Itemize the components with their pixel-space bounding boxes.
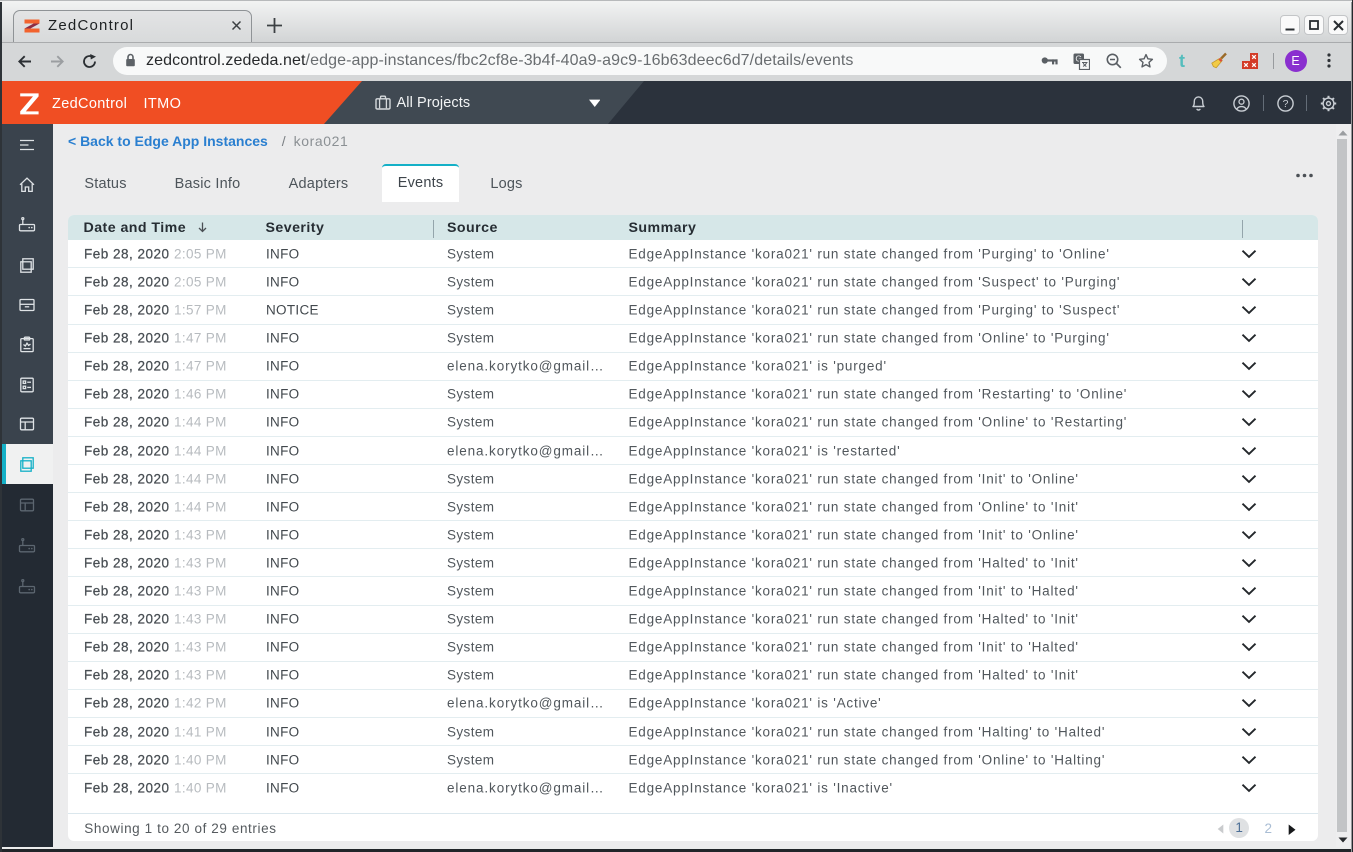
- svg-text:?: ?: [1283, 98, 1289, 110]
